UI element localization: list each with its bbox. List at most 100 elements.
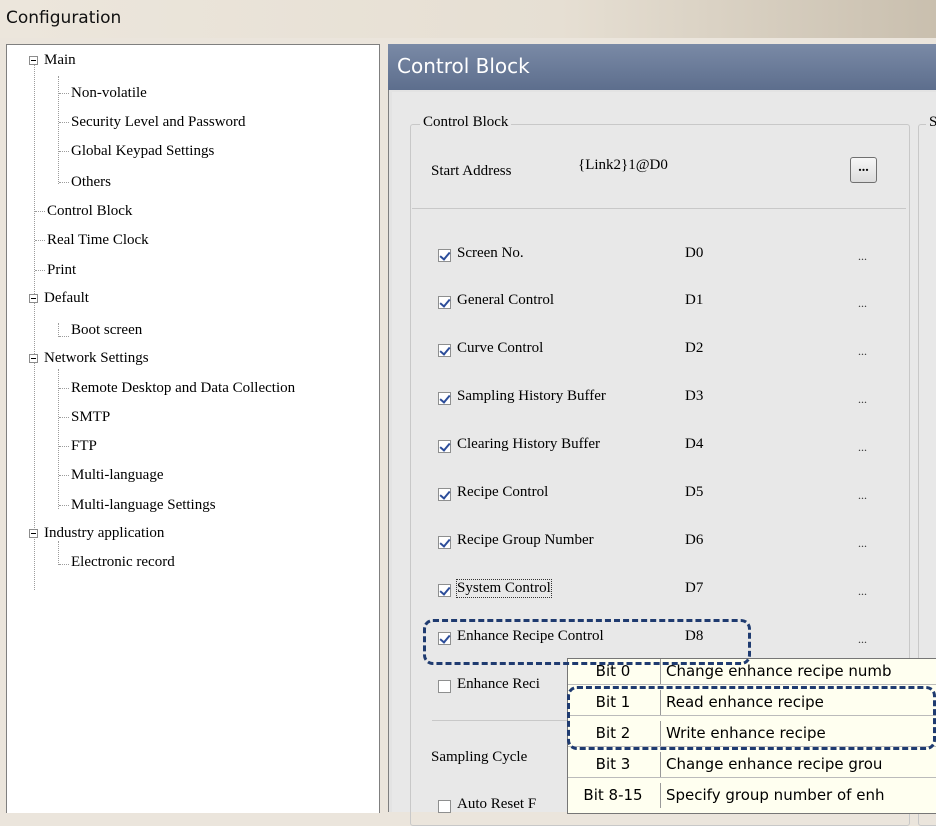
start-address-value: {Link2}1@D0	[578, 157, 668, 173]
tree-branch	[35, 270, 45, 271]
sampling-history-buffer-checkbox[interactable]	[438, 392, 451, 405]
clearing-history-buffer-label: Clearing History Buffer	[457, 436, 601, 452]
tree-item-multi-language-settings[interactable]: Multi-language Settings	[71, 496, 216, 514]
tree-item-global-keypad[interactable]: Global Keypad Settings	[71, 142, 214, 160]
curve-control-checkbox[interactable]	[438, 344, 451, 357]
system-control-label: System Control	[456, 579, 552, 598]
tree-branch	[59, 122, 69, 123]
system-control-more-button[interactable]: ...	[858, 584, 867, 599]
highlight-bit-1-2	[567, 686, 936, 750]
tree-branch	[35, 211, 45, 212]
enhance-recipe-label: Enhance Reci	[457, 676, 540, 692]
tree-guide-line	[34, 60, 35, 590]
screen-no-label: Screen No.	[457, 245, 524, 261]
curve-control-label: Curve Control	[457, 340, 544, 356]
screen-no-checkbox[interactable]	[438, 249, 451, 262]
panel-header-title: Control Block	[397, 54, 530, 78]
tree-branch	[35, 240, 45, 241]
tooltip-divider	[660, 783, 661, 808]
tree-branch	[59, 93, 69, 94]
title-bar: Configuration	[0, 0, 936, 38]
panel-header: Control Block	[388, 44, 936, 90]
recipe-group-number-label: Recipe Group Number	[457, 532, 594, 548]
collapse-icon[interactable]	[29, 56, 38, 65]
recipe-control-checkbox[interactable]	[438, 488, 451, 501]
recipe-group-number-address: D6	[685, 532, 704, 548]
auto-reset-checkbox[interactable]	[438, 800, 451, 813]
tree-item-electronic-record[interactable]: Electronic record	[71, 553, 175, 571]
tooltip-divider	[660, 752, 661, 777]
screen-no-address: D0	[685, 245, 704, 261]
general-control-more-button[interactable]: ...	[858, 296, 867, 311]
tree-branch	[59, 388, 69, 389]
navigation-tree[interactable]: Main Non-volatile Security Level and Pas…	[6, 44, 380, 813]
tree-item-security[interactable]: Security Level and Password	[71, 113, 246, 131]
tooltip-desc: Change enhance recipe grou	[666, 755, 883, 773]
tree-item-print[interactable]: Print	[47, 261, 76, 279]
tree-branch	[59, 417, 69, 418]
group-title: Control Block	[420, 114, 512, 131]
tree-item-others[interactable]: Others	[71, 173, 111, 191]
curve-control-address: D2	[685, 340, 704, 356]
tree-item-boot-screen[interactable]: Boot screen	[71, 321, 142, 339]
tree-branch	[59, 505, 69, 506]
browse-button[interactable]: ...	[850, 157, 877, 183]
clearing-history-buffer-address: D4	[685, 436, 704, 452]
tree-item-default[interactable]: Default	[44, 289, 89, 307]
tree-item-remote-desktop[interactable]: Remote Desktop and Data Collection	[71, 379, 295, 397]
recipe-control-more-button[interactable]: ...	[858, 488, 867, 503]
separator	[412, 208, 906, 209]
system-control-checkbox[interactable]	[438, 584, 451, 597]
general-control-label: General Control	[457, 292, 555, 308]
tooltip-row-line	[568, 684, 936, 685]
tree-branch	[59, 564, 69, 565]
tree-item-main[interactable]: Main	[44, 51, 76, 69]
auto-reset-label: Auto Reset F	[457, 796, 537, 812]
tree-branch	[59, 151, 69, 152]
collapse-icon[interactable]	[29, 294, 38, 303]
tree-branch	[59, 475, 69, 476]
collapse-icon[interactable]	[29, 529, 38, 538]
sampling-history-buffer-label: Sampling History Buffer	[457, 388, 606, 404]
general-control-address: D1	[685, 292, 704, 308]
curve-control-more-button[interactable]: ...	[858, 344, 867, 359]
tree-guide-line	[58, 541, 59, 565]
tooltip-row: Bit 8-15 Specify group number of enh	[568, 783, 936, 808]
tree-branch	[59, 182, 69, 183]
window-title: Configuration	[6, 8, 122, 28]
tree-item-smtp[interactable]: SMTP	[71, 408, 110, 426]
tooltip-desc: Specify group number of enh	[666, 786, 885, 804]
recipe-control-label: Recipe Control	[457, 484, 549, 500]
tree-item-industry-application[interactable]: Industry application	[44, 524, 164, 542]
screen-no-more-button[interactable]: ...	[858, 249, 867, 264]
recipe-control-address: D5	[685, 484, 704, 500]
tree-item-control-block[interactable]: Control Block	[47, 202, 132, 220]
tooltip-bit: Bit 8-15	[583, 786, 643, 804]
sampling-history-buffer-address: D3	[685, 388, 704, 404]
tooltip-bit: Bit 3	[595, 755, 631, 773]
recipe-group-number-more-button[interactable]: ...	[858, 536, 867, 551]
right-group-title: S	[926, 114, 936, 131]
tree-item-non-volatile[interactable]: Non-volatile	[71, 84, 147, 102]
tree-item-real-time-clock[interactable]: Real Time Clock	[47, 231, 149, 249]
tree-item-multi-language[interactable]: Multi-language	[71, 466, 163, 484]
sampling-history-buffer-more-button[interactable]: ...	[858, 392, 867, 407]
tree-guide-line	[58, 369, 59, 509]
tooltip-row-line	[568, 777, 936, 778]
recipe-group-number-checkbox[interactable]	[438, 536, 451, 549]
enhance-recipe-control-more-button[interactable]: ...	[858, 632, 867, 647]
clearing-history-buffer-more-button[interactable]: ...	[858, 440, 867, 455]
clearing-history-buffer-checkbox[interactable]	[438, 440, 451, 453]
separator	[432, 720, 572, 721]
sampling-cycle-label: Sampling Cycle	[431, 749, 528, 765]
collapse-icon[interactable]	[29, 354, 38, 363]
tree-item-ftp[interactable]: FTP	[71, 437, 97, 455]
start-address-label: Start Address	[431, 163, 512, 179]
system-control-address: D7	[685, 580, 704, 596]
highlight-enhance-recipe-control	[423, 619, 751, 665]
general-control-checkbox[interactable]	[438, 296, 451, 309]
enhance-recipe-checkbox[interactable]	[438, 680, 451, 693]
tree-item-network-settings[interactable]: Network Settings	[44, 349, 149, 367]
tree-branch	[59, 446, 69, 447]
tree-guide-line	[58, 323, 59, 337]
